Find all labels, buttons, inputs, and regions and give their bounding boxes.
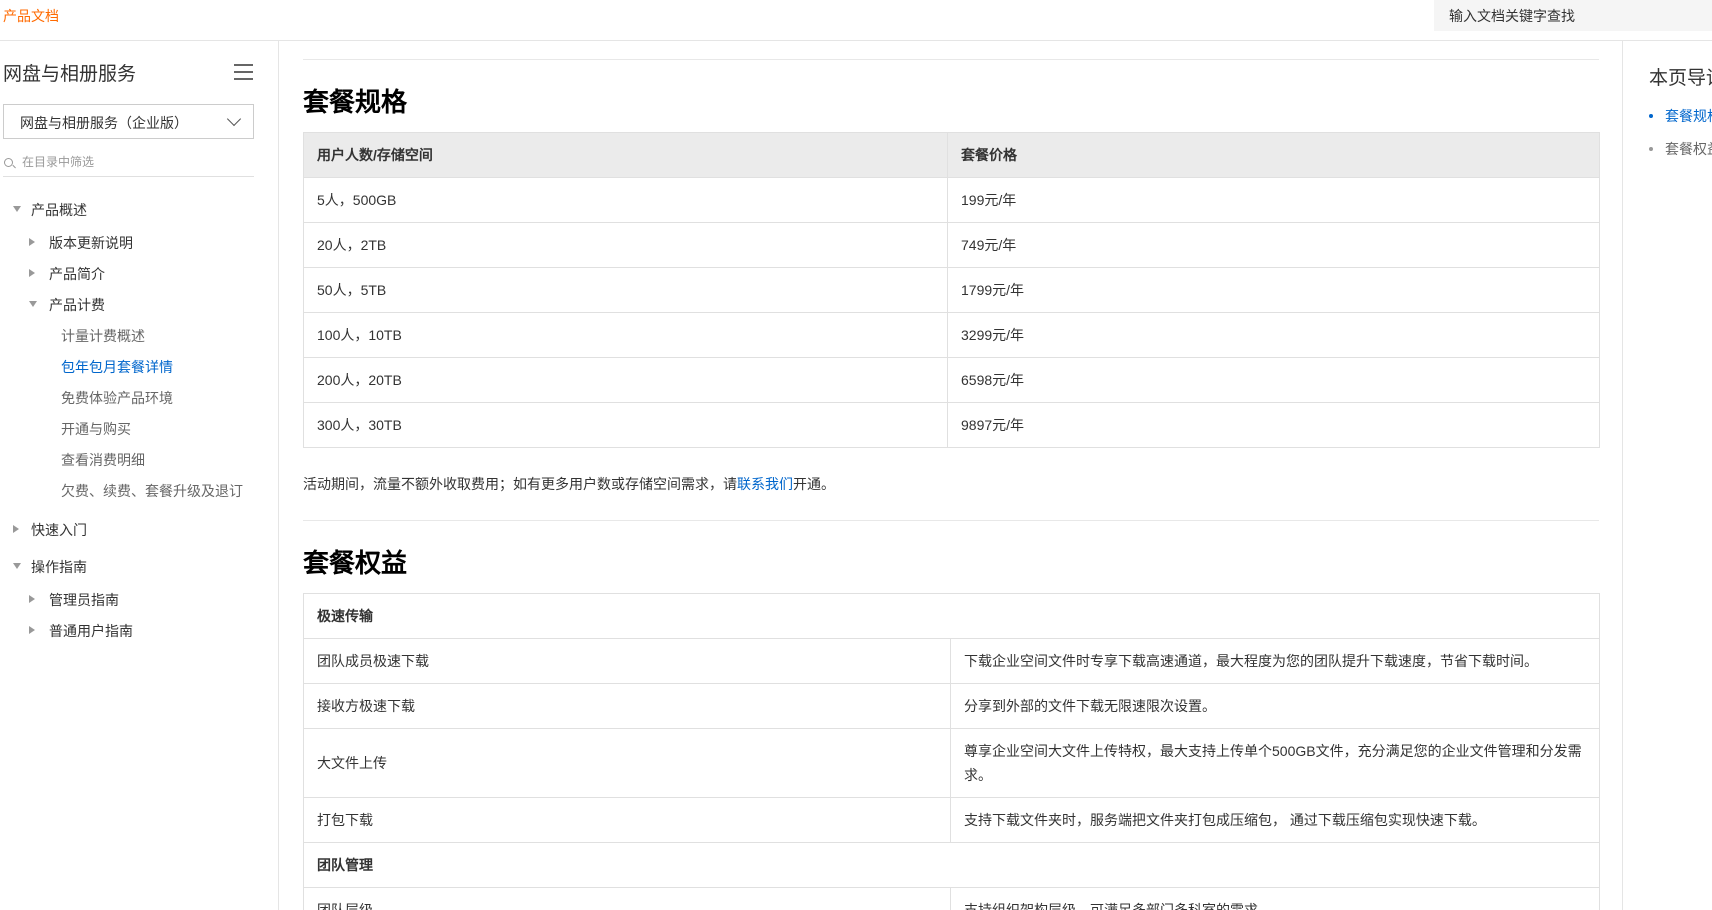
table-row: 5人，500GB 199元/年 bbox=[303, 177, 1600, 223]
rights-table: 极速传输 团队成员极速下载 下载企业空间文件时专享下载高速通道，最大程度为您的团… bbox=[303, 593, 1600, 910]
toc-item-label: 套餐权益 bbox=[1665, 141, 1712, 157]
table-row: 300人，30TB 9897元/年 bbox=[303, 402, 1600, 448]
menu-icon[interactable] bbox=[234, 64, 253, 80]
table-group-label: 团队管理 bbox=[303, 842, 1600, 888]
directory-filter-input[interactable] bbox=[22, 155, 242, 169]
note-text-end: 开通。 bbox=[793, 476, 835, 492]
table-row: 50人，5TB 1799元/年 bbox=[303, 267, 1600, 313]
sidebar-item-metering-overview[interactable]: 计量计费概述 bbox=[61, 326, 145, 346]
table-cell: 分享到外部的文件下载无限速限次设置。 bbox=[950, 683, 1600, 729]
sidebar-item-label: 版本更新说明 bbox=[49, 235, 133, 251]
table-cell: 大文件上传 bbox=[303, 728, 951, 798]
search-icon bbox=[4, 158, 13, 167]
chevron-down-icon bbox=[226, 111, 242, 127]
sidebar-item-label: 产品概述 bbox=[31, 202, 87, 218]
table-cell: 1799元/年 bbox=[947, 267, 1600, 313]
toc-title: 本页导读 bbox=[1649, 68, 1712, 89]
table-row: 大文件上传 尊享企业空间大文件上传特权，最大支持上传单个500GB文件，充分满足… bbox=[303, 728, 1600, 798]
sidebar-item-label: 普通用户指南 bbox=[49, 623, 133, 639]
triangle-down-icon bbox=[13, 563, 21, 569]
triangle-right-icon bbox=[29, 269, 35, 277]
bullet-icon bbox=[1649, 147, 1653, 151]
table-cell: 3299元/年 bbox=[947, 312, 1600, 358]
directory-filter[interactable] bbox=[3, 151, 254, 177]
column-header: 套餐价格 bbox=[947, 132, 1600, 178]
table-cell: 5人，500GB bbox=[303, 177, 948, 223]
table-group-label: 极速传输 bbox=[303, 593, 1600, 639]
spec-table: 用户人数/存储空间 套餐价格 5人，500GB 199元/年 20人，2TB 7… bbox=[303, 132, 1600, 448]
note-text: 活动期间，流量不额外收取费用；如有更多用户数或存储空间需求，请 bbox=[303, 476, 737, 492]
triangle-right-icon bbox=[29, 595, 35, 603]
table-cell: 9897元/年 bbox=[947, 402, 1600, 448]
triangle-down-icon bbox=[29, 301, 37, 307]
triangle-right-icon bbox=[13, 525, 19, 533]
table-row: 20人，2TB 749元/年 bbox=[303, 222, 1600, 268]
sidebar-item-label: 管理员指南 bbox=[49, 592, 119, 608]
table-cell: 尊享企业空间大文件上传特权，最大支持上传单个500GB文件，充分满足您的企业文件… bbox=[950, 728, 1600, 798]
triangle-right-icon bbox=[29, 238, 35, 246]
sidebar-item-consumption-details[interactable]: 查看消费明细 bbox=[61, 450, 145, 470]
table-cell: 100人，10TB bbox=[303, 312, 948, 358]
table-cell: 下载企业空间文件时专享下载高速通道，最大程度为您的团队提升下载速度，节省下载时间… bbox=[950, 638, 1600, 684]
top-bar: 产品文档 bbox=[0, 0, 1712, 41]
sidebar-item-label: 产品简介 bbox=[49, 266, 105, 282]
pricing-note: 活动期间，流量不额外收取费用；如有更多用户数或存储空间需求，请联系我们开通。 bbox=[303, 474, 835, 494]
sidebar-item-activation-purchase[interactable]: 开通与购买 bbox=[61, 419, 131, 439]
table-cell: 20人，2TB bbox=[303, 222, 948, 268]
table-header-row: 用户人数/存储空间 套餐价格 bbox=[303, 132, 1600, 178]
table-group-row: 团队管理 bbox=[303, 842, 1600, 888]
sidebar-item-label: 产品计费 bbox=[49, 297, 105, 313]
table-cell: 打包下载 bbox=[303, 797, 951, 843]
sidebar-item-free-trial[interactable]: 免费体验产品环境 bbox=[61, 388, 173, 408]
sidebar: 网盘与相册服务 网盘与相册服务（企业版） 产品概述 版本更新说明 产品简介 产品… bbox=[0, 41, 279, 910]
sidebar-item-label: 操作指南 bbox=[31, 559, 87, 575]
sidebar-item-label: 快速入门 bbox=[31, 522, 87, 538]
product-docs-link[interactable]: 产品文档 bbox=[3, 6, 59, 26]
table-cell: 50人，5TB bbox=[303, 267, 948, 313]
table-cell: 199元/年 bbox=[947, 177, 1600, 223]
divider bbox=[303, 59, 1599, 60]
table-cell: 300人，30TB bbox=[303, 402, 948, 448]
rights-heading: 套餐权益 bbox=[303, 548, 408, 578]
product-version-select-value: 网盘与相册服务（企业版） bbox=[20, 115, 188, 131]
table-cell: 接收方极速下载 bbox=[303, 683, 951, 729]
divider bbox=[303, 520, 1599, 521]
doc-search-box[interactable] bbox=[1434, 0, 1712, 31]
table-cell: 团队成员极速下载 bbox=[303, 638, 951, 684]
table-cell: 6598元/年 bbox=[947, 357, 1600, 403]
table-cell: 支持下载文件夹时，服务端把文件夹打包成压缩包， 通过下载压缩包实现快速下载。 bbox=[950, 797, 1600, 843]
triangle-down-icon bbox=[13, 206, 21, 212]
table-cell: 团队层级 bbox=[303, 887, 951, 910]
product-version-select[interactable]: 网盘与相册服务（企业版） bbox=[3, 104, 254, 139]
table-row: 团队成员极速下载 下载企业空间文件时专享下载高速通道，最大程度为您的团队提升下载… bbox=[303, 638, 1600, 684]
bullet-icon bbox=[1649, 114, 1653, 118]
table-cell: 200人，20TB bbox=[303, 357, 948, 403]
table-row: 200人，20TB 6598元/年 bbox=[303, 357, 1600, 403]
contact-us-link[interactable]: 联系我们 bbox=[737, 476, 793, 492]
table-cell: 支持组织架构层级，可满足多部门多科室的需求 bbox=[950, 887, 1600, 910]
triangle-right-icon bbox=[29, 626, 35, 634]
page-toc: 本页导读 套餐规格 套餐权益 bbox=[1622, 41, 1712, 910]
table-group-row: 极速传输 bbox=[303, 593, 1600, 639]
table-row: 接收方极速下载 分享到外部的文件下载无限速限次设置。 bbox=[303, 683, 1600, 729]
table-row: 团队层级 支持组织架构层级，可满足多部门多科室的需求 bbox=[303, 887, 1600, 910]
sidebar-item-subscription-details[interactable]: 包年包月套餐详情 bbox=[61, 357, 173, 377]
sidebar-item-overdue-renewal[interactable]: 欠费、续费、套餐升级及退订 bbox=[61, 481, 243, 501]
toc-item-label: 套餐规格 bbox=[1665, 108, 1712, 124]
table-row: 100人，10TB 3299元/年 bbox=[303, 312, 1600, 358]
sidebar-title: 网盘与相册服务 bbox=[3, 64, 137, 85]
table-row: 打包下载 支持下载文件夹时，服务端把文件夹打包成压缩包， 通过下载压缩包实现快速… bbox=[303, 797, 1600, 843]
table-cell: 749元/年 bbox=[947, 222, 1600, 268]
column-header: 用户人数/存储空间 bbox=[303, 132, 948, 178]
doc-search-input[interactable] bbox=[1434, 0, 1712, 31]
spec-heading: 套餐规格 bbox=[303, 87, 408, 117]
